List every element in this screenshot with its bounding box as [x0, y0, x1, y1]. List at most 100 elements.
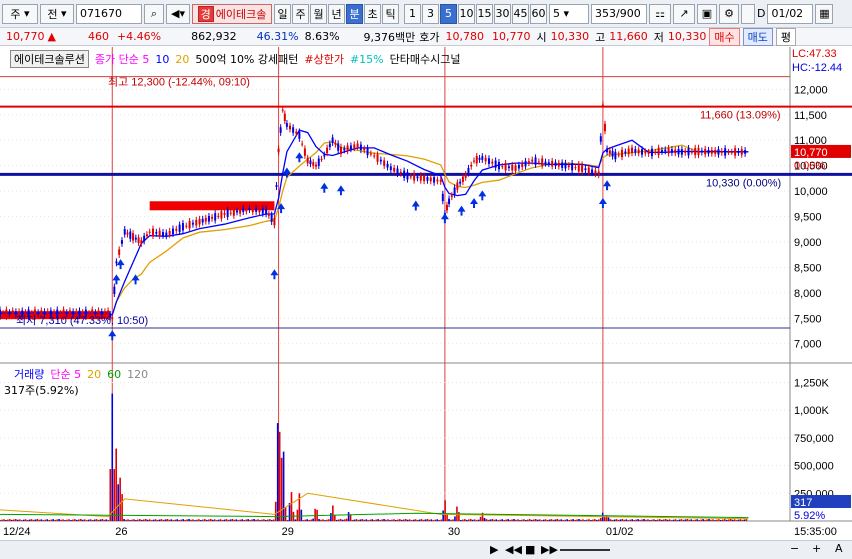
period-tab-4[interactable]: 분 [346, 3, 363, 24]
candle-body [591, 169, 594, 174]
volume-bar [696, 519, 699, 521]
draw-icon[interactable]: ↗ [673, 3, 695, 24]
scroll-last-icon[interactable]: ▶▶ [541, 543, 558, 556]
volume-bar [355, 519, 358, 521]
volume-bar [395, 520, 397, 521]
candle-body [198, 218, 201, 225]
volume-bar [131, 519, 133, 521]
save-icon[interactable]: ▣ [697, 3, 717, 24]
zoom-out-icon[interactable]: − [790, 542, 799, 555]
minute-tab-4[interactable]: 15 [476, 3, 493, 24]
buy-button[interactable]: 매수 [709, 27, 740, 46]
volume-bar [426, 519, 429, 521]
candle-body [487, 158, 490, 164]
chart-type-icon[interactable]: ⚏ [649, 3, 671, 24]
candle-body [554, 162, 557, 166]
period-tab-5[interactable]: 초 [364, 3, 381, 24]
period-tab-6[interactable]: 틱 [382, 3, 399, 24]
gear-icon[interactable]: ⚙ [719, 3, 739, 24]
candle-body [261, 208, 264, 214]
candle-body [637, 149, 640, 154]
minute-tab-5[interactable]: 30 [494, 3, 511, 24]
volume-bar [684, 519, 687, 521]
volume-bar [28, 519, 31, 521]
candle-body [737, 151, 740, 153]
candle-body [236, 210, 238, 213]
minute-tab-1[interactable]: 3 [422, 3, 439, 24]
price-chart[interactable]: 12,00011,50011,00010,50010,0009,5009,000… [0, 47, 852, 540]
price-tick-7: 8,500 [794, 262, 822, 274]
sound-icon[interactable]: ◀▾ [166, 3, 190, 24]
stock-name-box[interactable]: 경 에이테크솔 [192, 3, 272, 24]
mode-select[interactable]: 전 ▾ [40, 3, 74, 24]
volume-bar [625, 519, 628, 521]
stop-icon[interactable]: ■ [525, 543, 535, 556]
volume-bar [276, 423, 279, 521]
volume-bar [495, 519, 498, 521]
candle-body [677, 148, 680, 155]
candle-body [710, 149, 713, 154]
minute-tab-0[interactable]: 1 [404, 3, 421, 24]
candle-body [396, 168, 399, 175]
volume-bar [196, 519, 198, 521]
minute-tab-2[interactable]: 5 [440, 3, 457, 24]
minute-tab-6[interactable]: 45 [512, 3, 529, 24]
candle-body [5, 309, 8, 317]
font-icon[interactable]: A [835, 542, 843, 555]
volume-bar [391, 519, 393, 521]
zoom-slider[interactable] [560, 549, 610, 551]
candle-body [403, 170, 406, 178]
candle-body [734, 148, 737, 156]
period-tab-3[interactable]: 년 [328, 3, 345, 24]
volume-bar [241, 519, 244, 521]
sell-button[interactable]: 매도 [742, 27, 773, 46]
code-input[interactable]: 071670 [76, 3, 142, 24]
search-icon[interactable]: ⌕ [144, 3, 164, 24]
candle-body [541, 158, 544, 166]
period-tab-1[interactable]: 주 [292, 3, 309, 24]
zoom-in-icon[interactable]: + [812, 542, 821, 555]
volume-bar [491, 519, 494, 521]
candle-body [475, 156, 478, 164]
volume-bar [400, 519, 403, 521]
volume-bar [442, 510, 444, 521]
candle-body [413, 173, 416, 181]
scroll-left-icon[interactable]: ▶ [490, 543, 498, 556]
interval-input[interactable]: 5 ▾ [549, 3, 589, 24]
vol-legend-ma120: 120 [127, 367, 149, 381]
minute-tab-3[interactable]: 10 [458, 3, 475, 24]
period-tab-0[interactable]: 일 [274, 3, 291, 24]
minute-tab-7[interactable]: 60 [530, 3, 547, 24]
bottom-bar: ▶ ◀◀ ■ ▶▶ − + A [0, 540, 852, 559]
volume-bar [135, 520, 137, 521]
volume-bar [107, 520, 110, 521]
date-input[interactable]: 01/02 [767, 3, 814, 24]
scroll-first-icon[interactable]: ◀◀ [505, 543, 522, 556]
calendar-icon[interactable]: ▦ [815, 3, 834, 24]
candle-body [517, 164, 520, 169]
volume-bar [280, 457, 283, 521]
volume-bar [609, 519, 612, 521]
volume-bar [105, 519, 108, 521]
date-checkbox[interactable] [741, 3, 755, 24]
volume-bar [473, 519, 476, 521]
volume-bar [460, 520, 462, 521]
volume-bar [115, 448, 118, 521]
candle-body [599, 136, 602, 142]
corner-hc: HC:-12.44 [792, 62, 842, 74]
candle-body [245, 207, 248, 212]
volume-bar [532, 519, 535, 521]
volume-bar [76, 519, 78, 521]
candle-body [320, 158, 323, 160]
market-select[interactable]: 주 ▾ [2, 3, 38, 24]
volume-bar [692, 520, 695, 521]
count-input[interactable]: 353/900 [591, 3, 647, 24]
volume-bar [306, 519, 309, 521]
volume-bar [274, 501, 277, 521]
period-tab-2[interactable]: 월 [310, 3, 327, 24]
volume-bar [527, 519, 529, 521]
candle-body [416, 176, 419, 179]
flat-button[interactable]: 평 [775, 27, 797, 46]
volume-bar [641, 519, 643, 521]
legend-stock[interactable]: 에이테크솔루션 [10, 50, 89, 68]
